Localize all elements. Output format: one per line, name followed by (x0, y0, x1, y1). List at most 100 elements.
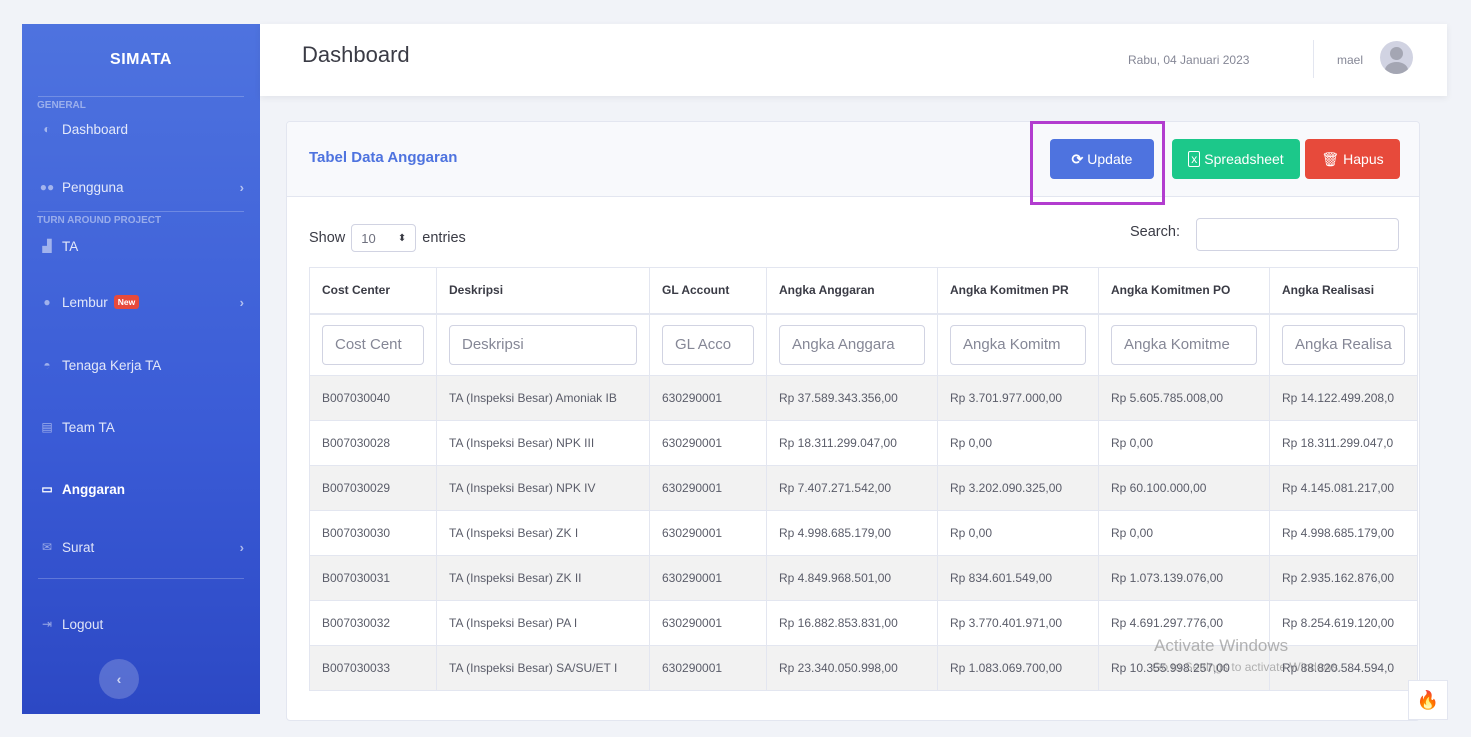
table-cell: Rp 4.998.685.179,00 (1269, 510, 1418, 556)
sidebar-item-label: Anggaran (62, 481, 126, 497)
filter-input-gl-account[interactable]: GL Acco (662, 324, 754, 365)
avatar[interactable] (1380, 41, 1413, 74)
sidebar-toggle-button[interactable]: ‹ (99, 659, 139, 699)
table-cell: Rp 3.202.090.325,00 (937, 465, 1099, 511)
sidebar-item-pengguna[interactable]: ●● Pengguna › (22, 151, 260, 223)
sidebar-item-surat[interactable]: ✉ Surat › (22, 520, 260, 574)
sidebar-item-dashboard[interactable]: ◐ Dashboard (22, 107, 260, 151)
column-header[interactable]: GL Account (649, 267, 767, 315)
column-header[interactable]: Angka Komitmen PR (937, 267, 1099, 315)
filter-input-deskripsi[interactable]: Deskripsi (449, 324, 637, 365)
table-cell: TA (Inspeksi Besar) ZK I (436, 510, 650, 556)
spreadsheet-button[interactable]: x Spreadsheet (1172, 139, 1300, 179)
sidebar-item-team-ta[interactable]: ▤ Team TA (22, 396, 260, 458)
filter-cell: Angka Anggara (766, 313, 938, 376)
filter-input-angka-anggaran[interactable]: Angka Anggara (779, 324, 925, 365)
table-cell: Rp 5.605.785.008,00 (1098, 375, 1270, 421)
table-row[interactable]: B007030040 TA (Inspeksi Besar) Amoniak IB… (309, 375, 1418, 421)
fire-icon[interactable]: 🔥 (1408, 680, 1448, 720)
table-cell: Rp 18.311.299.047,0 (1269, 420, 1418, 466)
table-row[interactable]: B007030030 TA (Inspeksi Besar) ZK I 630290… (309, 510, 1418, 556)
filter-cell: Angka Komitme (1098, 313, 1270, 376)
file-excel-icon: x (1188, 151, 1201, 167)
sidebar-item-logout[interactable]: ⇥ Logout (22, 579, 260, 669)
entries-select[interactable]: 10 ⬍ (351, 224, 417, 252)
column-header[interactable]: Angka Realisasi (1269, 267, 1418, 315)
filter-input-cost-center[interactable]: Cost Cent (322, 324, 424, 365)
table-controls: Show 10 ⬍ entries Search: (309, 218, 1399, 252)
table-row[interactable]: B007030031 TA (Inspeksi Besar) ZK II 63029… (309, 555, 1418, 601)
table-cell: Rp 37.589.343.356,00 (766, 375, 938, 421)
table-cell: Rp 0,00 (1098, 420, 1270, 466)
column-header[interactable]: Angka Anggaran (766, 267, 938, 315)
sidebar-item-label: Pengguna (62, 179, 124, 195)
topbar: Dashboard Rabu, 04 Januari 2023 mael (260, 24, 1447, 96)
new-badge: New (113, 295, 140, 309)
chevron-right-icon: › (239, 179, 244, 195)
table-row[interactable]: B007030028 TA (Inspeksi Besar) NPK III 630… (309, 420, 1418, 466)
sidebar-item-ta[interactable]: ▟ TA (22, 222, 260, 270)
user-name[interactable]: mael (1337, 53, 1363, 67)
table-cell: B007030032 (309, 600, 437, 646)
chevron-right-icon: › (239, 294, 244, 310)
hard-hat-icon: ◓ (43, 358, 51, 372)
filter-cell: GL Acco (649, 313, 767, 376)
card-header: Tabel Data Anggaran ⟳ Update x Spreadshe… (287, 122, 1419, 197)
sidebar-item-lembur[interactable]: ● Lembur New › (22, 270, 260, 334)
brand-logo[interactable]: SIMATA (22, 24, 260, 96)
table-row[interactable]: B007030029 TA (Inspeksi Besar) NPK IV 6302… (309, 465, 1418, 511)
sidebar-item-anggaran[interactable]: ▭ Anggaran (22, 458, 260, 520)
table-cell: B007030030 (309, 510, 437, 556)
sidebar: SIMATA GENERAL ◐ Dashboard ●● Pengguna ›… (22, 24, 260, 714)
table-cell: B007030033 (309, 645, 437, 691)
table-cell: Rp 834.601.549,00 (937, 555, 1099, 601)
table-cell: 630290001 (649, 420, 767, 466)
sidebar-item-tenaga-kerja[interactable]: ◓ Tenaga Kerja TA (22, 334, 260, 396)
search-label: Search: (1130, 224, 1180, 240)
budget-table: Cost Center Deskripsi GL Account Angka A… (309, 267, 1418, 691)
card-title: Tabel Data Anggaran (309, 149, 458, 166)
filter-cell: Angka Komitm (937, 313, 1099, 376)
table-cell: TA (Inspeksi Besar) PA I (436, 600, 650, 646)
budget-table-card: Tabel Data Anggaran ⟳ Update x Spreadshe… (286, 121, 1420, 721)
table-cell: Rp 4.849.968.501,00 (766, 555, 938, 601)
envelope-icon: ✉ (41, 540, 53, 554)
table-cell: TA (Inspeksi Besar) SA/SU/ET I (436, 645, 650, 691)
table-cell: 630290001 (649, 375, 767, 421)
filter-cell: Deskripsi (436, 313, 650, 376)
watermark-title: Activate Windows (1154, 636, 1289, 655)
column-header[interactable]: Deskripsi (436, 267, 650, 315)
filter-cell: Cost Cent (309, 313, 437, 376)
delete-button[interactable]: 🗑 Hapus (1305, 139, 1400, 179)
table-cell: Rp 23.340.050.998,00 (766, 645, 938, 691)
table-cell: Rp 16.882.853.831,00 (766, 600, 938, 646)
entries-value: 10 (361, 230, 376, 246)
search-input[interactable] (1196, 218, 1399, 251)
chart-icon: ▟ (42, 239, 52, 253)
user-clock-icon: ● (43, 295, 51, 309)
table-cell: 630290001 (649, 600, 767, 646)
column-header[interactable]: Angka Komitmen PO (1098, 267, 1270, 315)
highlight-box (1030, 121, 1165, 205)
column-header[interactable]: Cost Center (309, 267, 437, 315)
filter-input-komitmen-po[interactable]: Angka Komitme (1111, 324, 1257, 365)
table-cell: B007030040 (309, 375, 437, 421)
table-cell: Rp 2.935.162.876,00 (1269, 555, 1418, 601)
table-cell: Rp 18.311.299.047,00 (766, 420, 938, 466)
table-cell: Rp 0,00 (1098, 510, 1270, 556)
filter-input-komitmen-pr[interactable]: Angka Komitm (950, 324, 1086, 365)
table-cell: B007030028 (309, 420, 437, 466)
users-icon: ●● (39, 180, 55, 194)
filter-input-realisasi[interactable]: Angka Realisa (1282, 324, 1405, 365)
filter-row: Cost Cent Deskripsi GL Acco Angka Anggar… (309, 313, 1418, 376)
entries-control: Show 10 ⬍ entries (309, 224, 466, 252)
table-cell: Rp 0,00 (937, 420, 1099, 466)
id-card-icon: ▤ (41, 420, 53, 434)
table-cell: TA (Inspeksi Besar) Amoniak IB (436, 375, 650, 421)
table-cell: TA (Inspeksi Besar) NPK III (436, 420, 650, 466)
watermark-subtitle: Go to Settings to activate Windows. (1152, 660, 1342, 674)
windows-watermark: Activate Windows Go to Settings to activ… (1152, 636, 1342, 674)
table-cell: Rp 4.145.081.217,00 (1269, 465, 1418, 511)
table-cell: Rp 0,00 (937, 510, 1099, 556)
table-header-row: Cost Center Deskripsi GL Account Angka A… (309, 267, 1418, 315)
